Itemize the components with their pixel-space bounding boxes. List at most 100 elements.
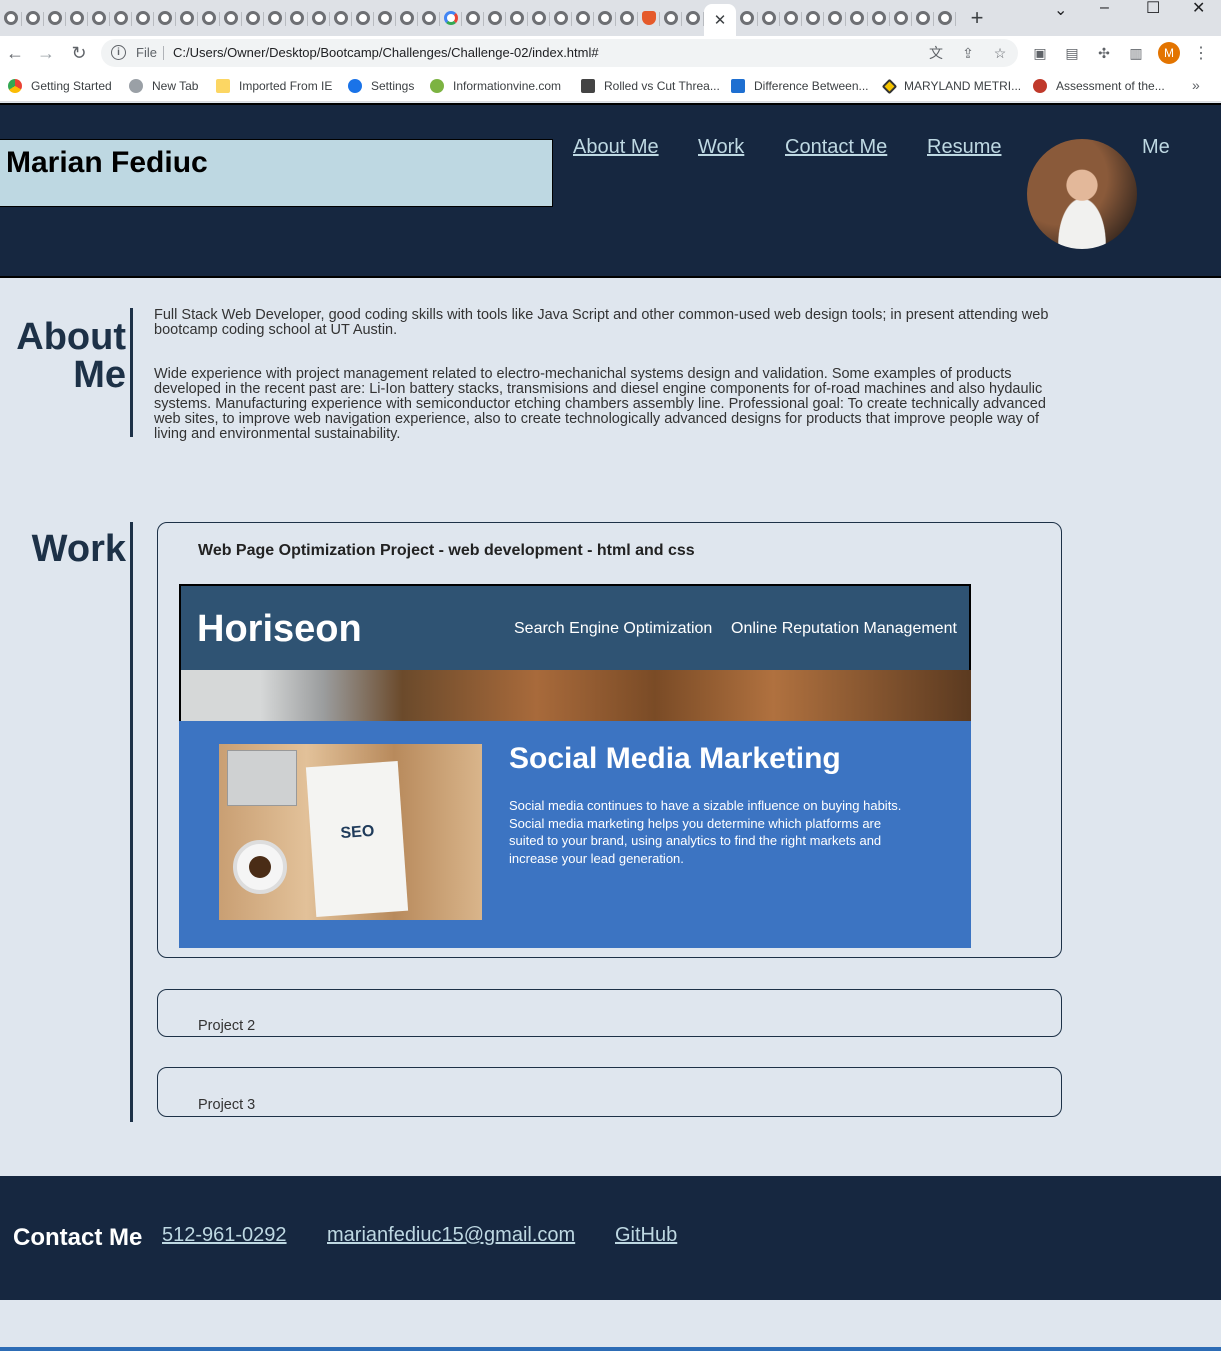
browser-tab[interactable]: [506, 3, 528, 33]
tab-favicon-icon: [664, 11, 678, 25]
browser-tab[interactable]: [846, 3, 868, 33]
project-card-2[interactable]: Project 2: [157, 989, 1062, 1037]
browser-tab[interactable]: [890, 3, 912, 33]
bookmark-item[interactable]: Assessment of the...: [1033, 77, 1165, 95]
browser-tab[interactable]: [616, 3, 638, 33]
tab-list: ✕ +: [0, 0, 992, 36]
browser-tab[interactable]: [198, 3, 220, 33]
browser-tab[interactable]: [44, 3, 66, 33]
profile-avatar[interactable]: M: [1158, 42, 1180, 64]
site-info-icon[interactable]: i: [111, 45, 126, 60]
share-icon[interactable]: ⇪: [959, 44, 977, 62]
coffee-cup-graphic: [233, 840, 287, 894]
browser-toolbar: ← → ↻ i File C:/Users/Owner/Desktop/Boot…: [0, 36, 1221, 70]
address-bar[interactable]: i File C:/Users/Owner/Desktop/Bootcamp/C…: [101, 39, 1018, 67]
tab-favicon-icon: [872, 11, 886, 25]
browser-tab[interactable]: [374, 3, 396, 33]
browser-tab[interactable]: [88, 3, 110, 33]
screenshot-header: Horiseon Search Engine Optimization Onli…: [179, 584, 971, 721]
active-tab[interactable]: ✕: [704, 4, 736, 36]
browser-tab[interactable]: [758, 3, 780, 33]
side-panel-icon[interactable]: ▥: [1126, 43, 1146, 63]
browser-tab[interactable]: [286, 3, 308, 33]
browser-tab[interactable]: [736, 3, 758, 33]
browser-tab[interactable]: [308, 3, 330, 33]
browser-tab[interactable]: [132, 3, 154, 33]
browser-tab[interactable]: [934, 3, 956, 33]
nav-work[interactable]: Work: [698, 136, 744, 159]
forward-icon[interactable]: →: [33, 40, 59, 66]
bookmark-item[interactable]: Imported From IE: [216, 77, 332, 95]
bookmark-item[interactable]: Rolled vs Cut Threa...: [581, 77, 720, 95]
project-1-title: Web Page Optimization Project - web deve…: [198, 542, 695, 559]
browser-tab[interactable]: [528, 3, 550, 33]
phone-link[interactable]: 512-961-0292: [162, 1224, 287, 1247]
browser-tab[interactable]: [802, 3, 824, 33]
browser-tab[interactable]: [780, 3, 802, 33]
minimize-icon[interactable]: –: [1100, 0, 1109, 16]
maximize-icon[interactable]: ☐: [1146, 0, 1160, 17]
tab-favicon-icon: [916, 11, 930, 25]
bookmark-item[interactable]: New Tab: [129, 77, 198, 95]
browser-tab[interactable]: [660, 3, 682, 33]
project-card-1[interactable]: Web Page Optimization Project - web deve…: [157, 522, 1062, 958]
browser-tab[interactable]: [176, 3, 198, 33]
browser-tab[interactable]: [0, 3, 22, 33]
browser-tab[interactable]: [440, 3, 462, 33]
browser-tab[interactable]: [682, 3, 704, 33]
browser-tab[interactable]: [220, 3, 242, 33]
window-close-icon[interactable]: ✕: [1192, 0, 1205, 17]
browser-tab[interactable]: [352, 3, 374, 33]
nav-about-me[interactable]: About Me: [573, 136, 659, 159]
project-1-screenshot[interactable]: Horiseon Search Engine Optimization Onli…: [179, 584, 971, 948]
nav-resume[interactable]: Resume: [927, 136, 1001, 159]
browser-tab[interactable]: [824, 3, 846, 33]
browser-tab[interactable]: [330, 3, 352, 33]
tab-favicon-icon: [26, 11, 40, 25]
browser-tab[interactable]: [912, 3, 934, 33]
reload-icon[interactable]: ↻: [66, 40, 92, 66]
tab-favicon-icon: [828, 11, 842, 25]
bookmark-item[interactable]: Difference Between...: [731, 77, 869, 95]
bookmarks-bar: » Getting Started New Tab Imported From IE…: [0, 70, 1221, 102]
bookmark-item[interactable]: Informationvine.com: [430, 77, 561, 95]
bookmark-item[interactable]: MARYLAND METRI...: [881, 77, 1021, 95]
more-bookmarks-icon[interactable]: »: [1192, 77, 1200, 93]
about-divider: [130, 308, 133, 437]
browser-tab[interactable]: [462, 3, 484, 33]
extension-icon[interactable]: ▣: [1030, 43, 1050, 63]
tab-close-icon[interactable]: ✕: [714, 11, 727, 29]
browser-tab[interactable]: [396, 3, 418, 33]
translate-icon[interactable]: 文: [927, 44, 945, 62]
nav-contact-me[interactable]: Contact Me: [785, 136, 887, 159]
pdf-extension-icon[interactable]: ▤: [1062, 43, 1082, 63]
browser-tab[interactable]: [418, 3, 440, 33]
tab-search-icon[interactable]: ⌄: [1054, 2, 1067, 19]
browser-tab[interactable]: [550, 3, 572, 33]
browser-tab[interactable]: [66, 3, 88, 33]
browser-tab[interactable]: [242, 3, 264, 33]
browser-tab[interactable]: [154, 3, 176, 33]
puzzle-icon[interactable]: ✣: [1094, 43, 1114, 63]
browser-tab[interactable]: [638, 3, 660, 33]
email-link[interactable]: marianfediuc15@gmail.com: [327, 1224, 575, 1247]
browser-tab[interactable]: [110, 3, 132, 33]
browser-tab[interactable]: [868, 3, 890, 33]
menu-icon[interactable]: ⋮: [1193, 42, 1209, 64]
site-header: Marian Fediuc About Me Work Contact Me R…: [0, 103, 1221, 278]
browser-tab[interactable]: [264, 3, 286, 33]
new-tab-icon[interactable]: +: [962, 3, 992, 33]
bookmark-item[interactable]: Getting Started: [8, 77, 112, 95]
tab-favicon-icon: [894, 11, 908, 25]
browser-tab[interactable]: [572, 3, 594, 33]
browser-tab[interactable]: [594, 3, 616, 33]
back-icon[interactable]: ←: [2, 40, 28, 66]
bookmark-item[interactable]: Settings: [348, 77, 414, 95]
browser-tab[interactable]: [484, 3, 506, 33]
project-card-3[interactable]: Project 3: [157, 1067, 1062, 1117]
browser-tab[interactable]: [22, 3, 44, 33]
bookmark-star-icon[interactable]: ☆: [991, 44, 1009, 62]
url-text[interactable]: C:/Users/Owner/Desktop/Bootcamp/Challeng…: [173, 45, 599, 60]
github-link[interactable]: GitHub: [615, 1224, 677, 1247]
bookmark-label: Imported From IE: [239, 79, 333, 93]
